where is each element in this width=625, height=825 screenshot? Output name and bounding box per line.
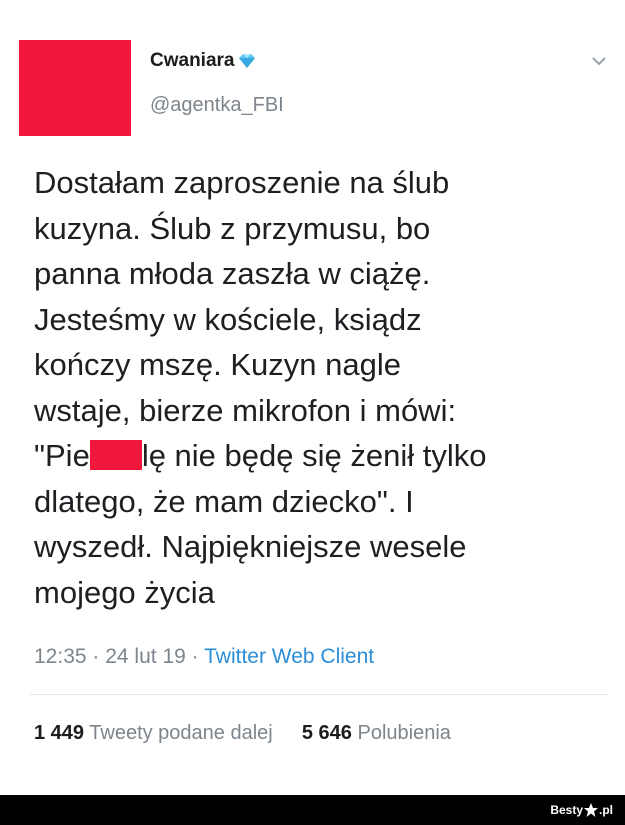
- divider: [30, 694, 607, 695]
- display-name[interactable]: Cwaniara: [150, 50, 234, 72]
- tweet-date[interactable]: 24 lut 19: [105, 645, 186, 668]
- watermark-suffix: .pl: [599, 803, 613, 817]
- avatar[interactable]: [19, 40, 131, 136]
- meta-separator-2: ·: [185, 645, 205, 668]
- meta-separator: ·: [86, 645, 106, 668]
- client-link[interactable]: Twitter Web Client: [204, 645, 374, 668]
- tweet-text: Dostałam zaproszenie na ślub kuzyna. Ślu…: [34, 160, 614, 615]
- tweet-card: Cwaniara @agentka_FBI Dostałam zaproszen…: [0, 0, 625, 795]
- tweet-meta: 12:35 · 24 lut 19 · Twitter Web Client: [34, 645, 374, 669]
- footer-bar: Besty .pl: [0, 795, 625, 825]
- redaction-box: [89, 440, 142, 470]
- watermark: Besty .pl: [550, 802, 613, 818]
- tweet-time[interactable]: 12:35: [34, 645, 87, 668]
- name-row: Cwaniara: [150, 50, 257, 72]
- watermark-text: Besty: [550, 803, 583, 817]
- star-icon: [584, 803, 598, 817]
- retweets-count[interactable]: 1 449: [34, 722, 84, 744]
- likes-count[interactable]: 5 646: [302, 722, 352, 744]
- chevron-down-icon[interactable]: [590, 54, 608, 68]
- tweet-stats: 1 449 Tweety podane dalej 5 646 Polubien…: [34, 722, 451, 745]
- diamond-verified-icon: [239, 54, 256, 68]
- likes-label[interactable]: Polubienia: [357, 722, 450, 744]
- retweets-label[interactable]: Tweety podane dalej: [89, 722, 272, 744]
- tweet-text-part-1: Dostałam zaproszenie na ślub kuzyna. Ślu…: [34, 165, 457, 473]
- user-handle[interactable]: @agentka_FBI: [150, 94, 284, 117]
